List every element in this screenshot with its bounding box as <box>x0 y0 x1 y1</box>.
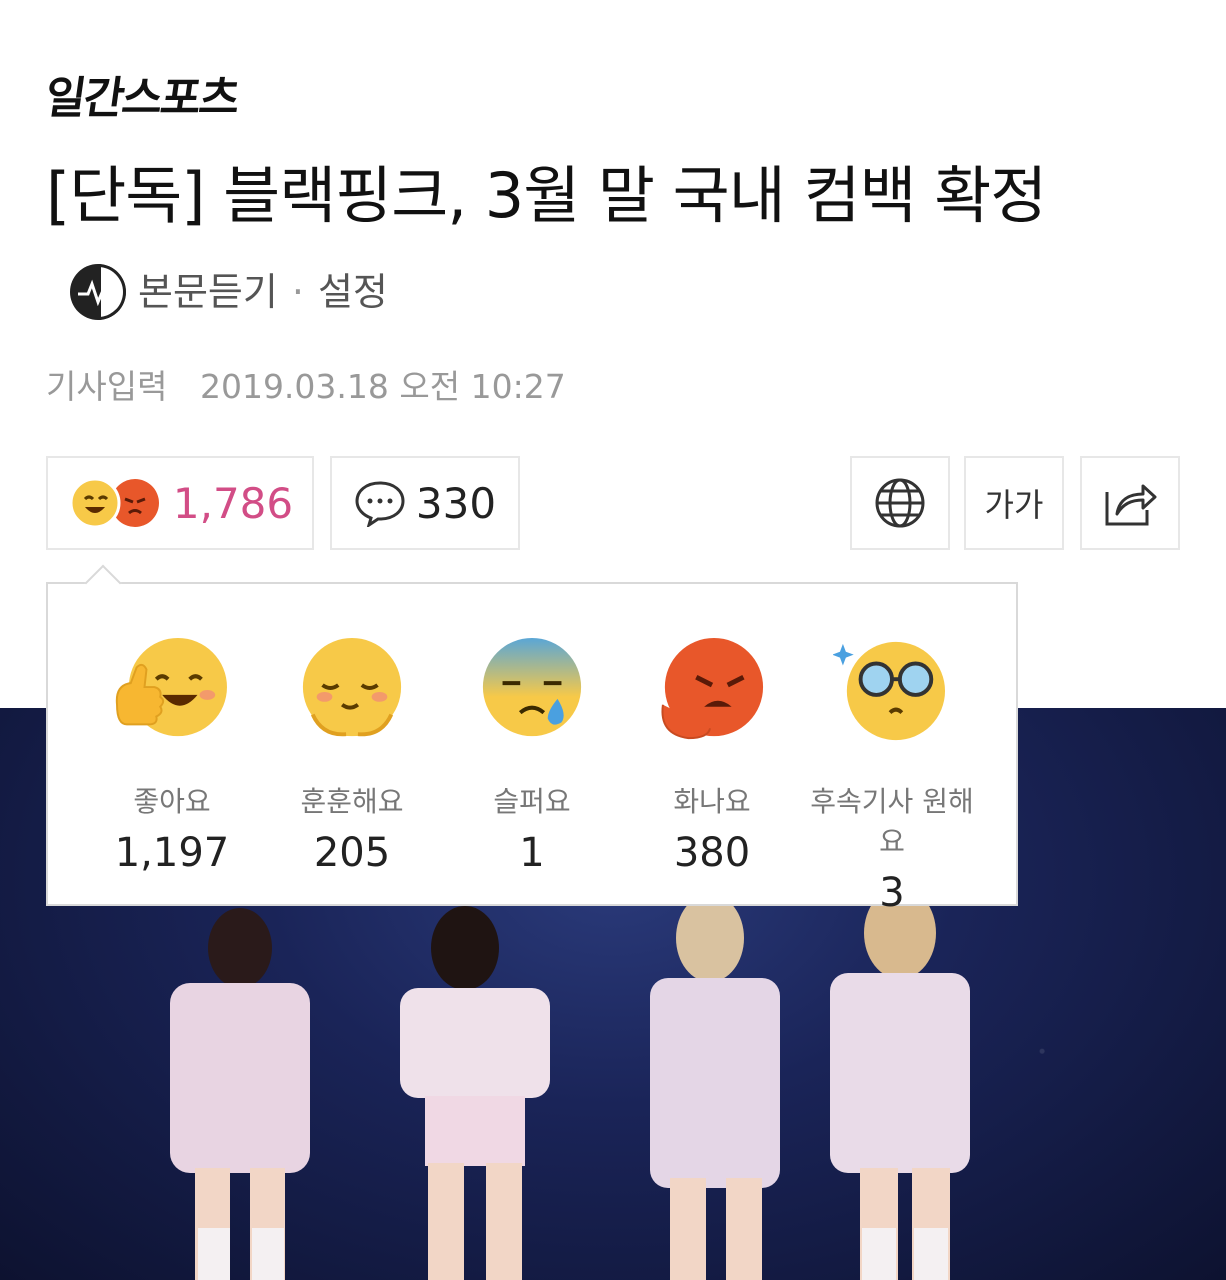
warm-smile-icon <box>302 637 402 737</box>
reaction-like-count: 1,197 <box>114 830 230 876</box>
reaction-warm-count: 205 <box>313 830 391 876</box>
listen-controls: 본문듣기 · 설정 <box>70 246 388 338</box>
comment-button[interactable]: 330 <box>330 456 520 550</box>
reaction-summary-button[interactable]: 1,786 <box>46 456 314 550</box>
translate-button[interactable] <box>850 456 950 550</box>
reaction-sad-label: 슬퍼요 <box>493 785 571 818</box>
angry-face-icon <box>661 637 764 740</box>
reaction-angry[interactable]: 화나요 380 <box>622 636 802 876</box>
comment-count: 330 <box>415 478 497 528</box>
share-icon <box>1105 484 1157 526</box>
font-size-label: 가가 <box>984 486 1044 524</box>
reaction-sad[interactable]: 슬퍼요 1 <box>442 636 622 876</box>
reaction-sad-count: 1 <box>519 830 545 876</box>
reaction-like-label: 좋아요 <box>133 785 211 818</box>
article-title: [단독] 블랙핑크, 3월 말 국내 컴백 확정 <box>46 159 1047 232</box>
reaction-like[interactable]: 좋아요 1,197 <box>82 636 262 876</box>
reaction-angry-count: 380 <box>673 830 751 876</box>
listen-button[interactable]: 본문듣기 <box>138 246 278 338</box>
reaction-warm-label: 훈훈해요 <box>300 785 404 818</box>
reaction-follow-up-label: 후속기사 원해요 <box>810 785 974 858</box>
share-button[interactable] <box>1080 456 1180 550</box>
font-size-button[interactable]: 가가 <box>964 456 1064 550</box>
brand-logo[interactable]: 일간스포츠 <box>42 62 243 126</box>
comment-bubble-icon <box>355 481 405 527</box>
reaction-angry-label: 화나요 <box>673 785 751 818</box>
reaction-follow-up[interactable]: 후속기사 원해요 3 <box>802 636 982 916</box>
reaction-faces-icon <box>69 477 159 529</box>
separator-dot: · <box>291 269 304 314</box>
reaction-warm[interactable]: 훈훈해요 205 <box>262 636 442 876</box>
reaction-popup: 좋아요 1,197 훈훈해요 205 슬퍼요 1 화나요 380 후속기사 원해… <box>46 564 1018 916</box>
article-date: 기사입력 2019.03.18 오전 10:27 <box>46 360 566 408</box>
reaction-total-count: 1,786 <box>172 478 294 528</box>
article-headline: [단독] 블랙핑크, 3월 말 국내 컴백 확정 본문듣기 · 설정 <box>46 150 1166 338</box>
thumbs-up-smile-icon <box>115 637 227 737</box>
settings-link[interactable]: 설정 <box>318 246 388 338</box>
date-value: 2019.03.18 오전 10:27 <box>199 367 566 406</box>
date-label: 기사입력 <box>46 367 168 406</box>
sad-tear-icon <box>482 637 582 737</box>
globe-icon <box>875 478 925 528</box>
listen-speaker-icon[interactable] <box>70 263 126 320</box>
glasses-face-icon <box>832 641 946 741</box>
reaction-follow-up-count: 3 <box>879 870 905 916</box>
